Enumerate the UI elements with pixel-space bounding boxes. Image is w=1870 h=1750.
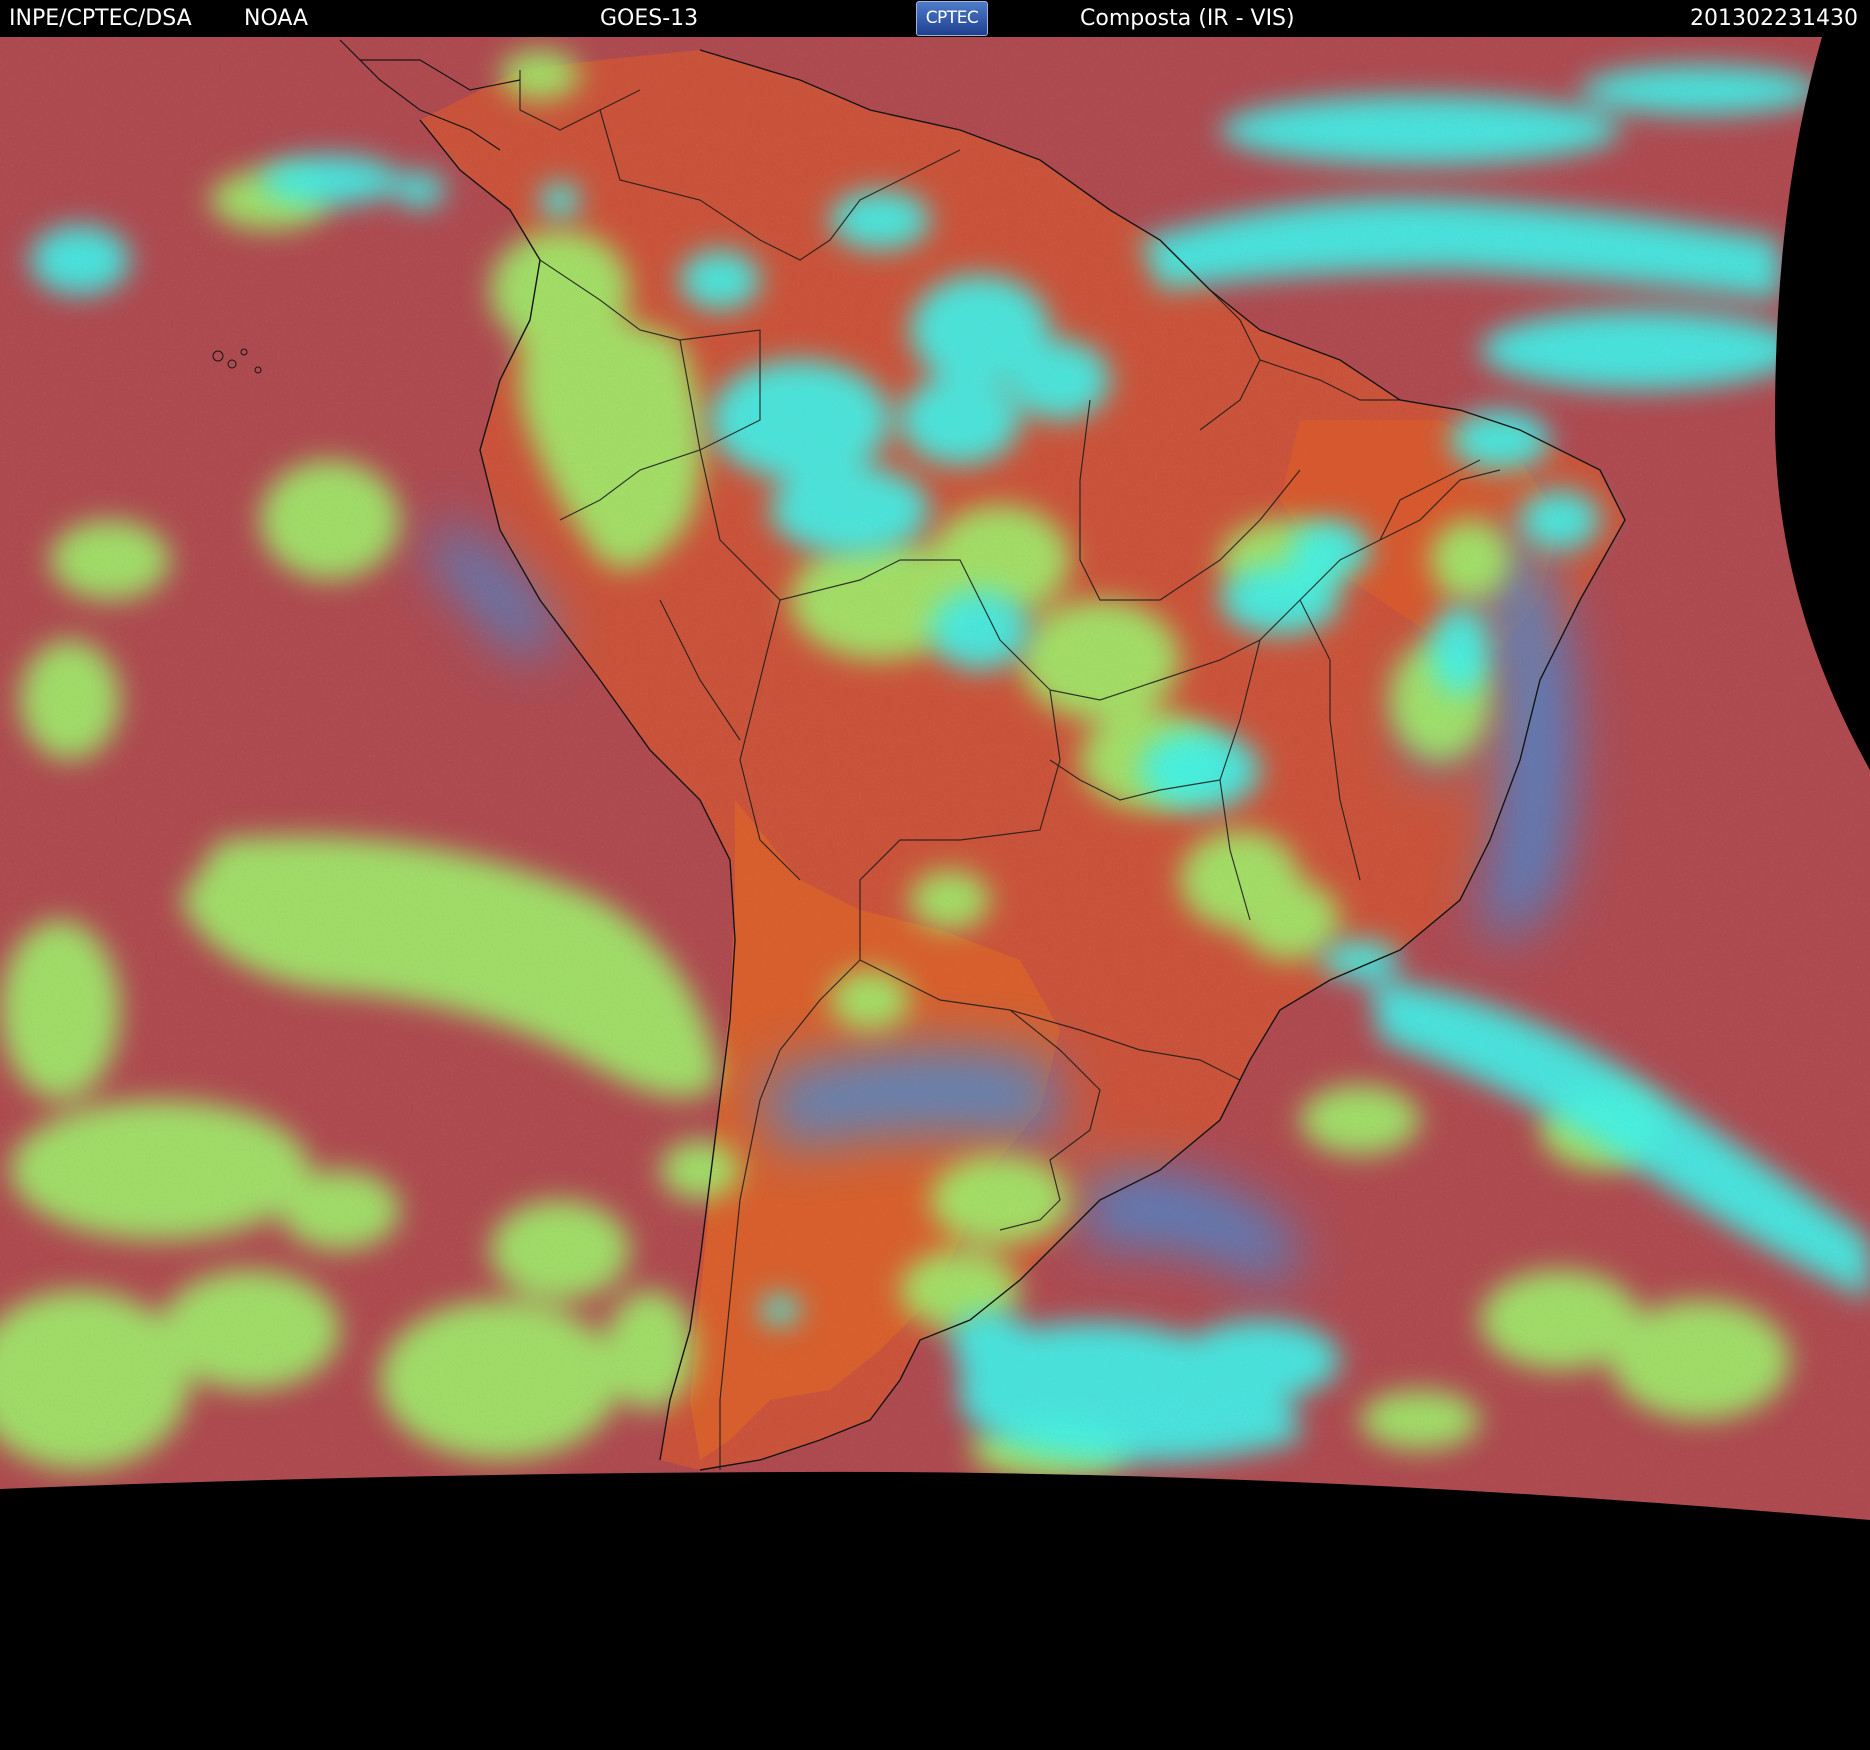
header-bar: INPE/CPTEC/DSA NOAA GOES-13 CPTEC Compos… xyxy=(0,0,1870,37)
satellite-label: GOES-13 xyxy=(600,6,699,31)
earth-disk xyxy=(0,37,1870,1520)
product-label: Composta (IR - VIS) xyxy=(1080,6,1295,31)
agency-label: NOAA xyxy=(244,6,309,31)
timestamp-label: 201302231430 xyxy=(1690,6,1858,31)
cptec-logo: CPTEC xyxy=(916,1,988,36)
cloud-texture xyxy=(0,37,1870,1520)
institution-label: INPE/CPTEC/DSA xyxy=(9,6,192,31)
satellite-image xyxy=(0,37,1870,1520)
